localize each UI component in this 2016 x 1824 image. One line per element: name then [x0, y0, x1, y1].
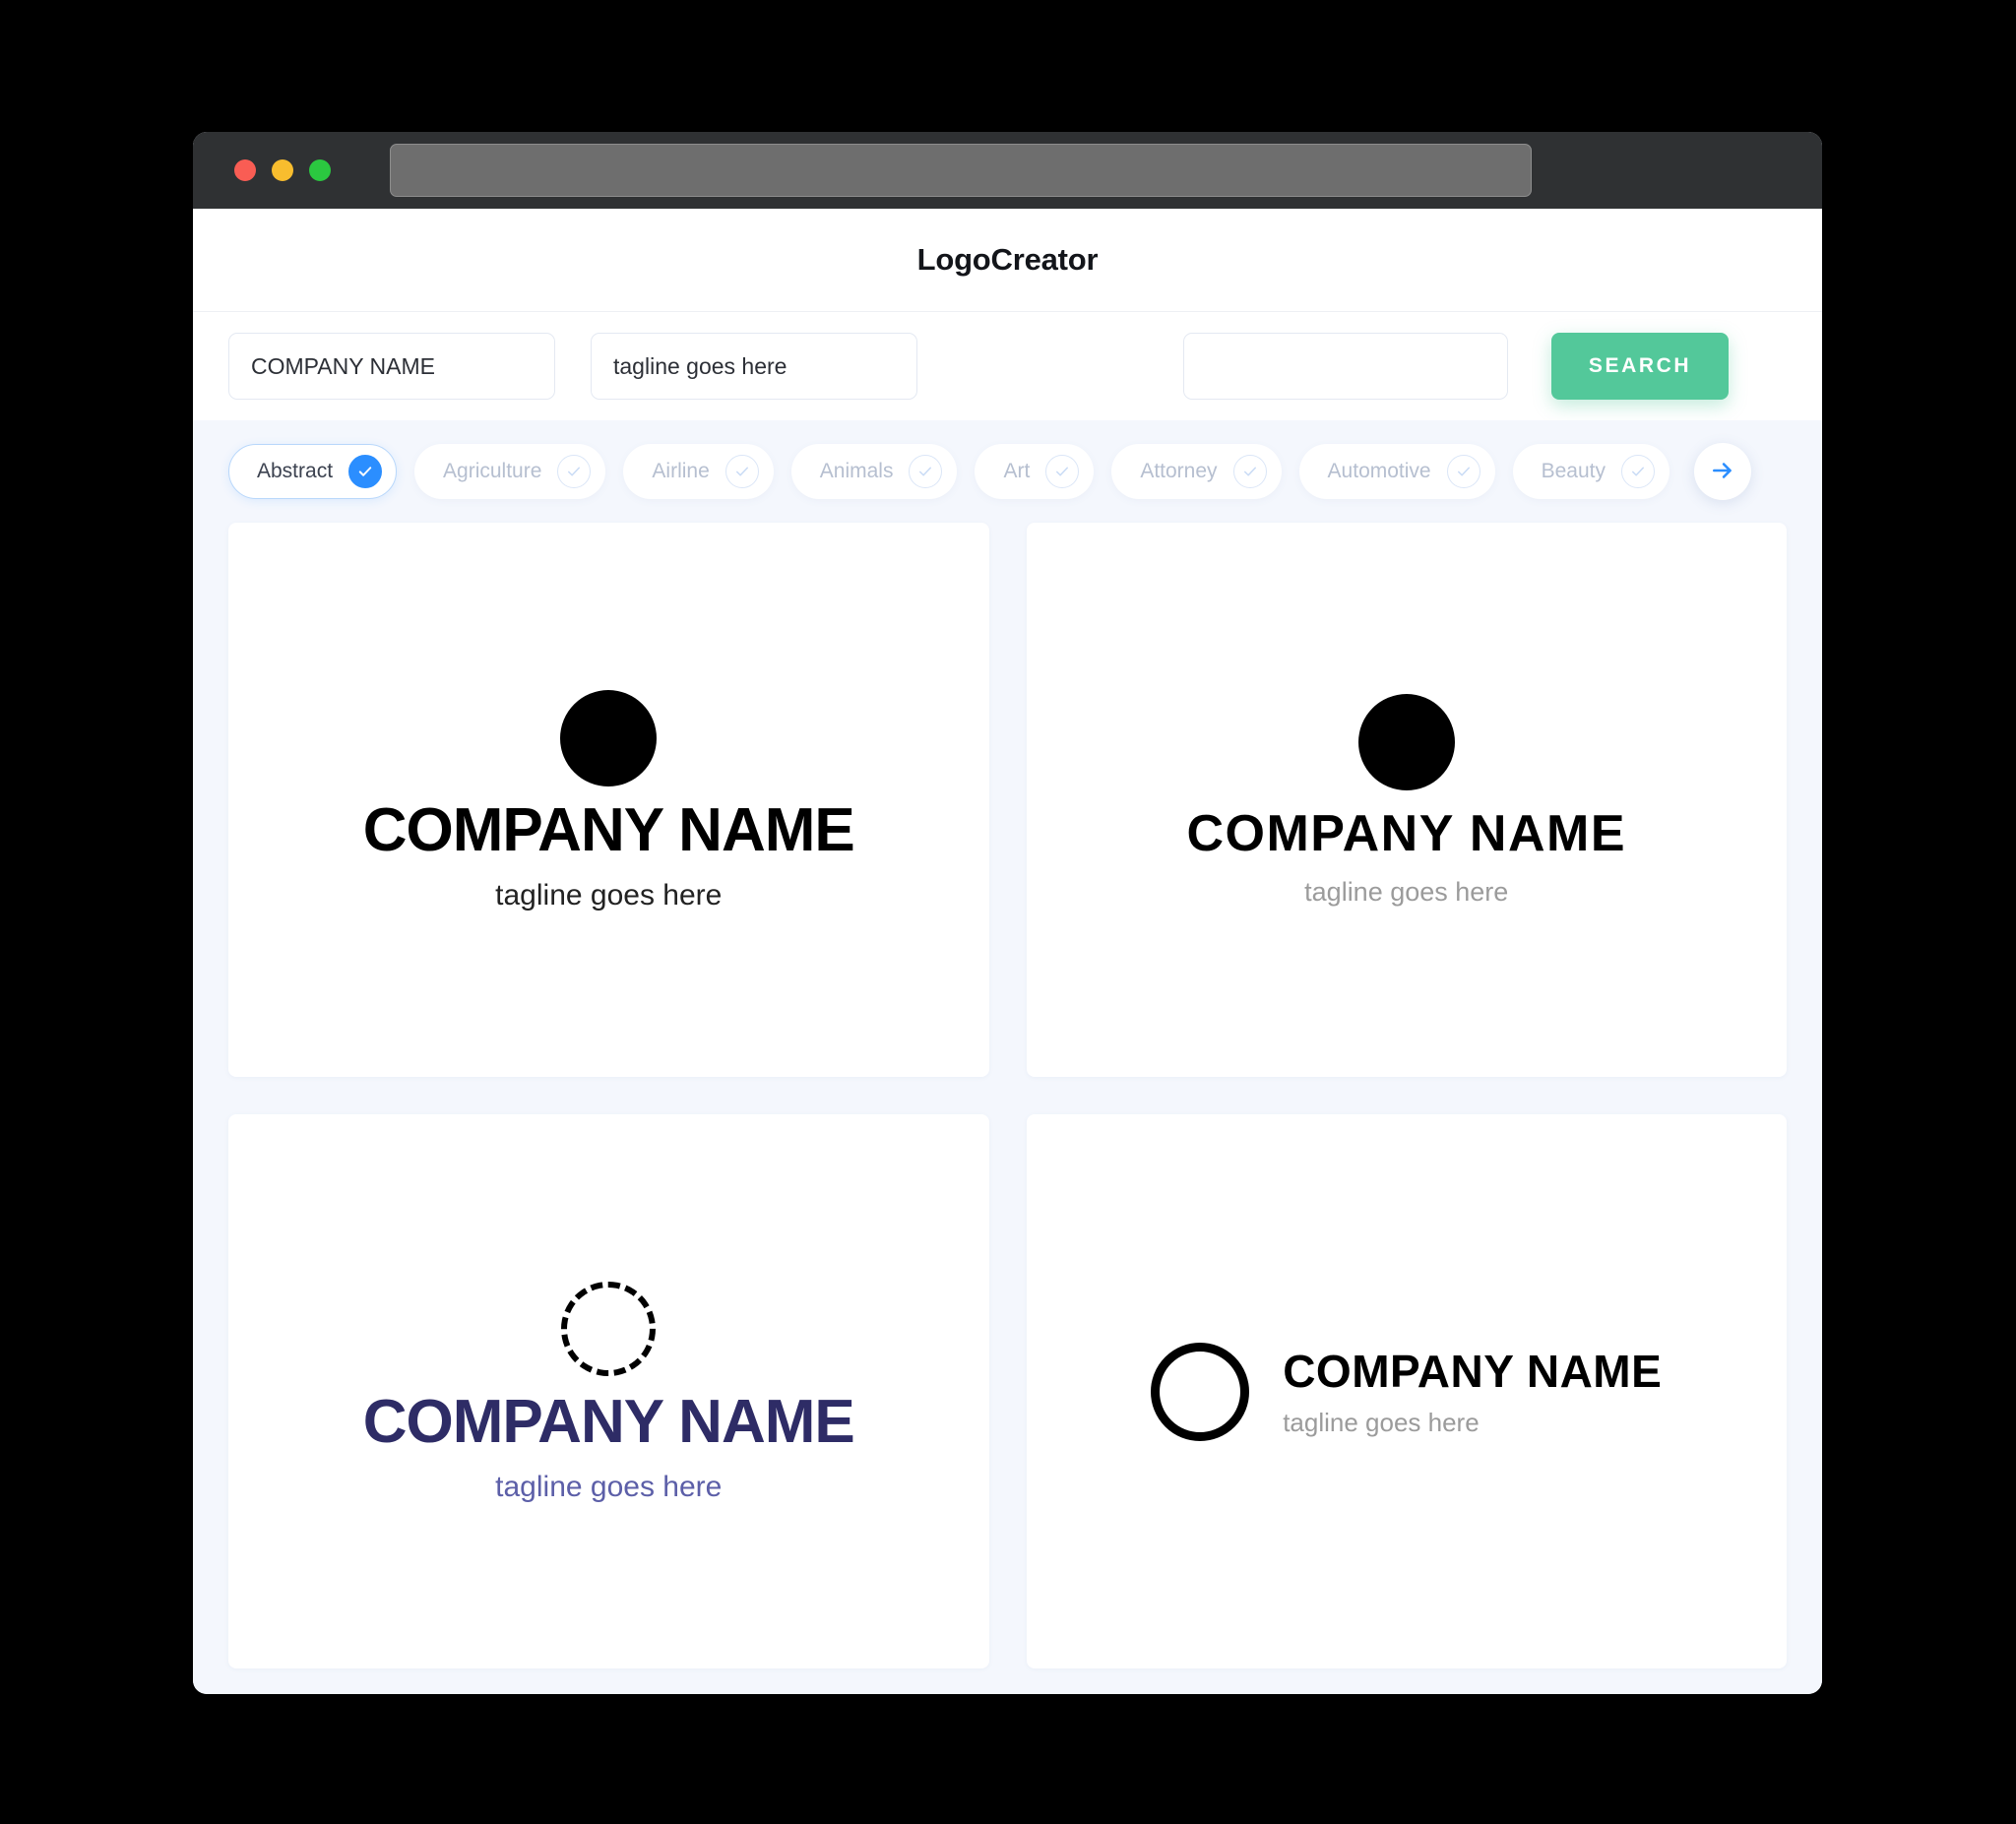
app-title: LogoCreator	[916, 242, 1099, 277]
check-icon	[909, 455, 943, 488]
category-filter-bar: Abstract Agriculture Airline Animals Art Atto…	[193, 420, 1822, 523]
screenshot-root: LogoCreator SEARCH Abstract Agriculture Ai…	[0, 0, 2016, 1824]
logo-card[interactable]: COMPANY NAME tagline goes here	[228, 523, 989, 1077]
category-chip-label: Airline	[652, 460, 710, 482]
logo-composition: COMPANY NAME tagline goes here	[362, 1281, 855, 1503]
logo-composition: COMPANY NAME tagline goes here	[1151, 1342, 1662, 1441]
check-icon	[724, 455, 759, 488]
browser-window: LogoCreator SEARCH Abstract Agriculture Ai…	[193, 132, 1822, 1694]
logo-tagline: tagline goes here	[1304, 877, 1509, 907]
categories-next-button[interactable]	[1694, 443, 1751, 500]
dashed-circle-icon	[561, 1281, 657, 1376]
category-chip-label: Animals	[819, 460, 894, 482]
check-icon	[1045, 455, 1080, 488]
check-icon	[1446, 455, 1480, 488]
category-chip-airline[interactable]: Airline	[623, 444, 774, 499]
check-icon	[1232, 455, 1267, 488]
ring-circle-icon	[1151, 1342, 1250, 1441]
logo-company-name: COMPANY NAME	[1186, 805, 1627, 862]
maximize-window-button[interactable]	[309, 159, 331, 181]
logo-company-name: COMPANY NAME	[362, 795, 855, 864]
category-chip-label: Art	[1003, 460, 1031, 482]
app-header: LogoCreator	[193, 209, 1822, 312]
category-chip-label: Beauty	[1541, 460, 1606, 482]
category-chip-attorney[interactable]: Attorney	[1111, 444, 1282, 499]
browser-titlebar	[193, 132, 1822, 209]
traffic-light-group	[234, 159, 331, 181]
logo-text-block: COMPANY NAME tagline goes here	[1283, 1349, 1662, 1435]
arrow-right-icon	[1710, 458, 1735, 486]
category-chip-label: Agriculture	[443, 460, 542, 482]
check-icon	[348, 455, 383, 488]
search-toolbar: SEARCH	[193, 312, 1822, 420]
logo-company-name: COMPANY NAME	[1283, 1345, 1663, 1397]
logo-tagline: tagline goes here	[495, 1470, 723, 1503]
category-chip-abstract[interactable]: Abstract	[228, 444, 398, 499]
category-chip-agriculture[interactable]: Agriculture	[414, 444, 606, 499]
check-icon	[1621, 455, 1655, 488]
category-chip-art[interactable]: Art	[975, 444, 1095, 499]
category-chip-animals[interactable]: Animals	[790, 444, 958, 499]
minimize-window-button[interactable]	[272, 159, 293, 181]
logo-tagline: tagline goes here	[1283, 1407, 1480, 1437]
logo-card[interactable]: COMPANY NAME tagline goes here	[1026, 523, 1787, 1077]
search-button[interactable]: SEARCH	[1551, 333, 1729, 400]
close-window-button[interactable]	[234, 159, 256, 181]
logo-card[interactable]: COMPANY NAME tagline goes here	[1026, 1114, 1787, 1668]
logo-card[interactable]: COMPANY NAME tagline goes here	[228, 1114, 989, 1668]
filled-circle-icon	[560, 689, 658, 786]
url-bar[interactable]	[390, 144, 1532, 197]
additional-search-input[interactable]	[1183, 333, 1508, 400]
logo-results-grid: COMPANY NAME tagline goes here COMPANY NAM…	[193, 523, 1822, 1694]
logo-composition: COMPANY NAME tagline goes here	[1186, 694, 1626, 906]
category-chip-label: Abstract	[257, 460, 334, 482]
category-chip-automotive[interactable]: Automotive	[1298, 444, 1495, 499]
logo-tagline: tagline goes here	[495, 878, 723, 912]
filled-circle-icon	[1357, 694, 1455, 790]
company-name-input[interactable]	[228, 333, 555, 400]
category-chip-label: Automotive	[1327, 460, 1431, 482]
check-icon	[557, 455, 592, 488]
category-chip-label: Attorney	[1140, 460, 1218, 482]
category-chip-beauty[interactable]: Beauty	[1512, 444, 1670, 499]
logo-composition: COMPANY NAME tagline goes here	[362, 689, 855, 912]
logo-company-name: COMPANY NAME	[362, 1387, 855, 1456]
tagline-input[interactable]	[591, 333, 917, 400]
